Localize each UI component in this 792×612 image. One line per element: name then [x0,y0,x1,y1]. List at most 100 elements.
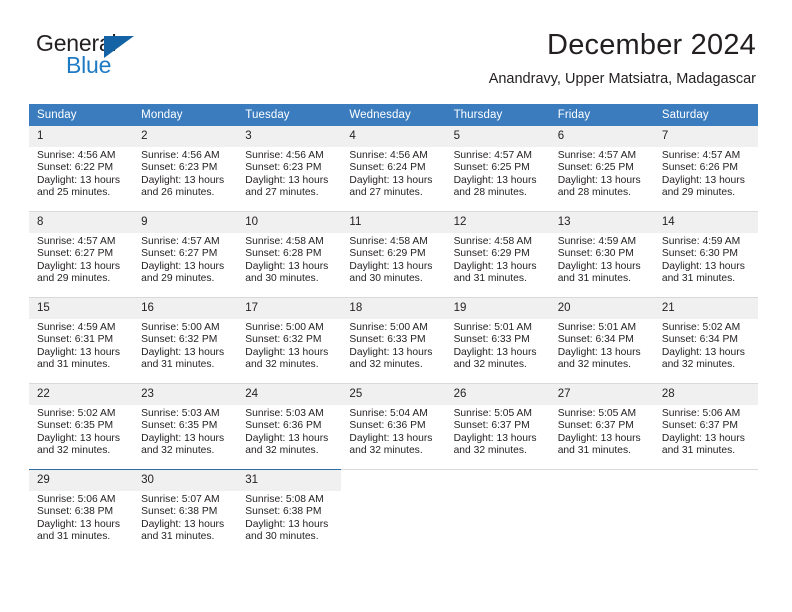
sunrise-text: Sunrise: 4:59 AM [557,236,637,247]
day-cell: 26 Sunrise: 5:05 AM Sunset: 6:37 PM Dayligh… [445,383,550,470]
day-details: Sunrise: 4:56 AM Sunset: 6:24 PM Daylight:… [341,147,445,200]
day-number: 11 [341,212,446,233]
sunset-text: Sunset: 6:35 PM [37,420,114,432]
daylight-text-line1: Daylight: 13 hours [37,432,120,444]
day-details: Sunrise: 5:08 AM Sunset: 6:38 PM Daylight:… [237,491,341,544]
calendar-week-row: 29 Sunrise: 5:06 AM Sunset: 6:38 PM Dayligh… [29,469,758,555]
day-number: 12 [445,212,550,233]
page-header: General Blue December 2024 Anandravy, Up… [0,28,792,100]
day-cell: 28 Sunrise: 5:06 AM Sunset: 6:37 PM Dayligh… [653,383,758,470]
day-number: 23 [133,384,238,405]
daylight-text-line1: Daylight: 13 hours [557,174,641,186]
day-number [550,470,654,491]
day-cell: 31 Sunrise: 5:08 AM Sunset: 6:38 PM Dayligh… [237,469,342,555]
day-number: 9 [133,212,238,233]
daylight-text-line1: Daylight: 13 hours [141,260,225,272]
day-details: Sunrise: 4:59 AM Sunset: 6:31 PM Daylight:… [29,319,133,372]
calendar-week-row: 8 Sunrise: 4:57 AM Sunset: 6:27 PM Daylight… [29,211,758,298]
daylight-text-line1: Daylight: 13 hours [453,432,537,444]
daylight-text-line2: and 29 minutes. [141,273,215,285]
day-number: 25 [341,384,446,405]
day-cell: 11 Sunrise: 4:58 AM Sunset: 6:29 PM Dayligh… [341,211,446,298]
daylight-text-line1: Daylight: 13 hours [37,260,120,272]
day-details: Sunrise: 5:04 AM Sunset: 6:36 PM Daylight:… [341,405,445,458]
day-number: 30 [133,470,238,491]
sunrise-text: Sunrise: 4:57 AM [141,236,220,247]
weekday-header-sunday: Sunday [29,104,134,126]
sunset-text: Sunset: 6:27 PM [37,248,114,260]
daylight-text-line1: Daylight: 13 hours [37,518,120,530]
day-cell-empty [653,469,758,555]
daylight-text-line1: Daylight: 13 hours [349,432,433,444]
day-number: 13 [549,212,654,233]
weekday-header-thursday: Thursday [445,104,550,126]
day-details: Sunrise: 4:57 AM Sunset: 6:25 PM Daylight:… [446,147,550,200]
daylight-text-line1: Daylight: 13 hours [141,346,225,358]
sunset-text: Sunset: 6:37 PM [557,420,634,432]
daylight-text-line1: Daylight: 13 hours [245,518,329,530]
daylight-text-line1: Daylight: 13 hours [453,346,537,358]
day-number: 2 [133,126,238,147]
sunrise-text: Sunrise: 5:05 AM [557,408,637,419]
day-cell: 7 Sunrise: 4:57 AM Sunset: 6:26 PM Daylight… [653,126,758,212]
daylight-text-line2: and 31 minutes. [557,273,631,285]
sunrise-text: Sunrise: 4:57 AM [661,150,741,161]
calendar-week-row: 22 Sunrise: 5:02 AM Sunset: 6:35 PM Dayligh… [29,383,758,470]
sunset-text: Sunset: 6:31 PM [37,334,114,346]
day-cell: 23 Sunrise: 5:03 AM Sunset: 6:35 PM Dayligh… [133,383,238,470]
daylight-text-line1: Daylight: 13 hours [661,346,745,358]
sunset-text: Sunset: 6:25 PM [453,162,530,174]
daylight-text-line1: Daylight: 13 hours [453,174,537,186]
sunset-text: Sunset: 6:28 PM [245,248,322,260]
daylight-text-line2: and 27 minutes. [349,187,423,199]
sunrise-text: Sunrise: 4:59 AM [661,236,741,247]
sunrise-sunset-calendar: Sunday Monday Tuesday Wednesday Thursday… [29,104,758,555]
daylight-text-line1: Daylight: 13 hours [37,346,120,358]
sunrise-text: Sunrise: 5:00 AM [349,322,428,333]
sunset-text: Sunset: 6:35 PM [141,420,218,432]
daylight-text-line1: Daylight: 13 hours [245,174,329,186]
day-details: Sunrise: 4:56 AM Sunset: 6:23 PM Daylight:… [237,147,341,200]
day-cell-empty [549,469,654,555]
daylight-text-line1: Daylight: 13 hours [453,260,537,272]
day-details: Sunrise: 4:58 AM Sunset: 6:28 PM Daylight:… [237,233,341,286]
day-cell: 10 Sunrise: 4:58 AM Sunset: 6:28 PM Dayligh… [237,211,342,298]
day-number [446,470,550,491]
sunset-text: Sunset: 6:36 PM [349,420,426,432]
day-number: 8 [29,212,134,233]
sunrise-text: Sunrise: 4:59 AM [37,322,116,333]
day-details: Sunrise: 5:00 AM Sunset: 6:33 PM Daylight:… [341,319,445,372]
day-details: Sunrise: 5:06 AM Sunset: 6:37 PM Daylight:… [654,405,758,458]
day-details: Sunrise: 4:59 AM Sunset: 6:30 PM Daylight:… [654,233,758,286]
day-cell: 2 Sunrise: 4:56 AM Sunset: 6:23 PM Daylight… [133,126,238,212]
daylight-text-line2: and 31 minutes. [661,273,736,285]
day-details: Sunrise: 4:57 AM Sunset: 6:25 PM Daylight:… [550,147,654,200]
daylight-text-line2: and 30 minutes. [245,273,319,285]
day-details: Sunrise: 4:58 AM Sunset: 6:29 PM Daylight:… [341,233,445,286]
day-cell: 5 Sunrise: 4:57 AM Sunset: 6:25 PM Daylight… [445,126,550,212]
day-number: 7 [653,126,758,147]
sunset-text: Sunset: 6:36 PM [245,420,322,432]
weekday-header-row: Sunday Monday Tuesday Wednesday Thursday… [29,104,758,126]
daylight-text-line1: Daylight: 13 hours [661,432,745,444]
daylight-text-line1: Daylight: 13 hours [141,518,225,530]
day-cell: 27 Sunrise: 5:05 AM Sunset: 6:37 PM Dayligh… [549,383,654,470]
day-cell: 20 Sunrise: 5:01 AM Sunset: 6:34 PM Dayligh… [549,297,654,384]
daylight-text-line1: Daylight: 13 hours [37,174,120,186]
sunset-text: Sunset: 6:23 PM [245,162,322,174]
general-blue-logo: General Blue [36,30,166,86]
daylight-text-line1: Daylight: 13 hours [349,346,433,358]
day-number: 14 [653,212,758,233]
calendar-week-row: 1 Sunrise: 4:56 AM Sunset: 6:22 PM Daylight… [29,126,758,212]
sunset-text: Sunset: 6:23 PM [141,162,218,174]
daylight-text-line2: and 31 minutes. [141,359,215,371]
daylight-text-line1: Daylight: 13 hours [141,432,225,444]
sunset-text: Sunset: 6:33 PM [453,334,530,346]
daylight-text-line2: and 25 minutes. [37,187,111,199]
sunrise-text: Sunrise: 5:03 AM [245,408,324,419]
day-details: Sunrise: 5:01 AM Sunset: 6:33 PM Daylight:… [446,319,550,372]
daylight-text-line1: Daylight: 13 hours [245,432,329,444]
daylight-text-line2: and 32 minutes. [661,359,736,371]
day-number: 10 [237,212,342,233]
sunrise-text: Sunrise: 5:06 AM [37,494,116,505]
